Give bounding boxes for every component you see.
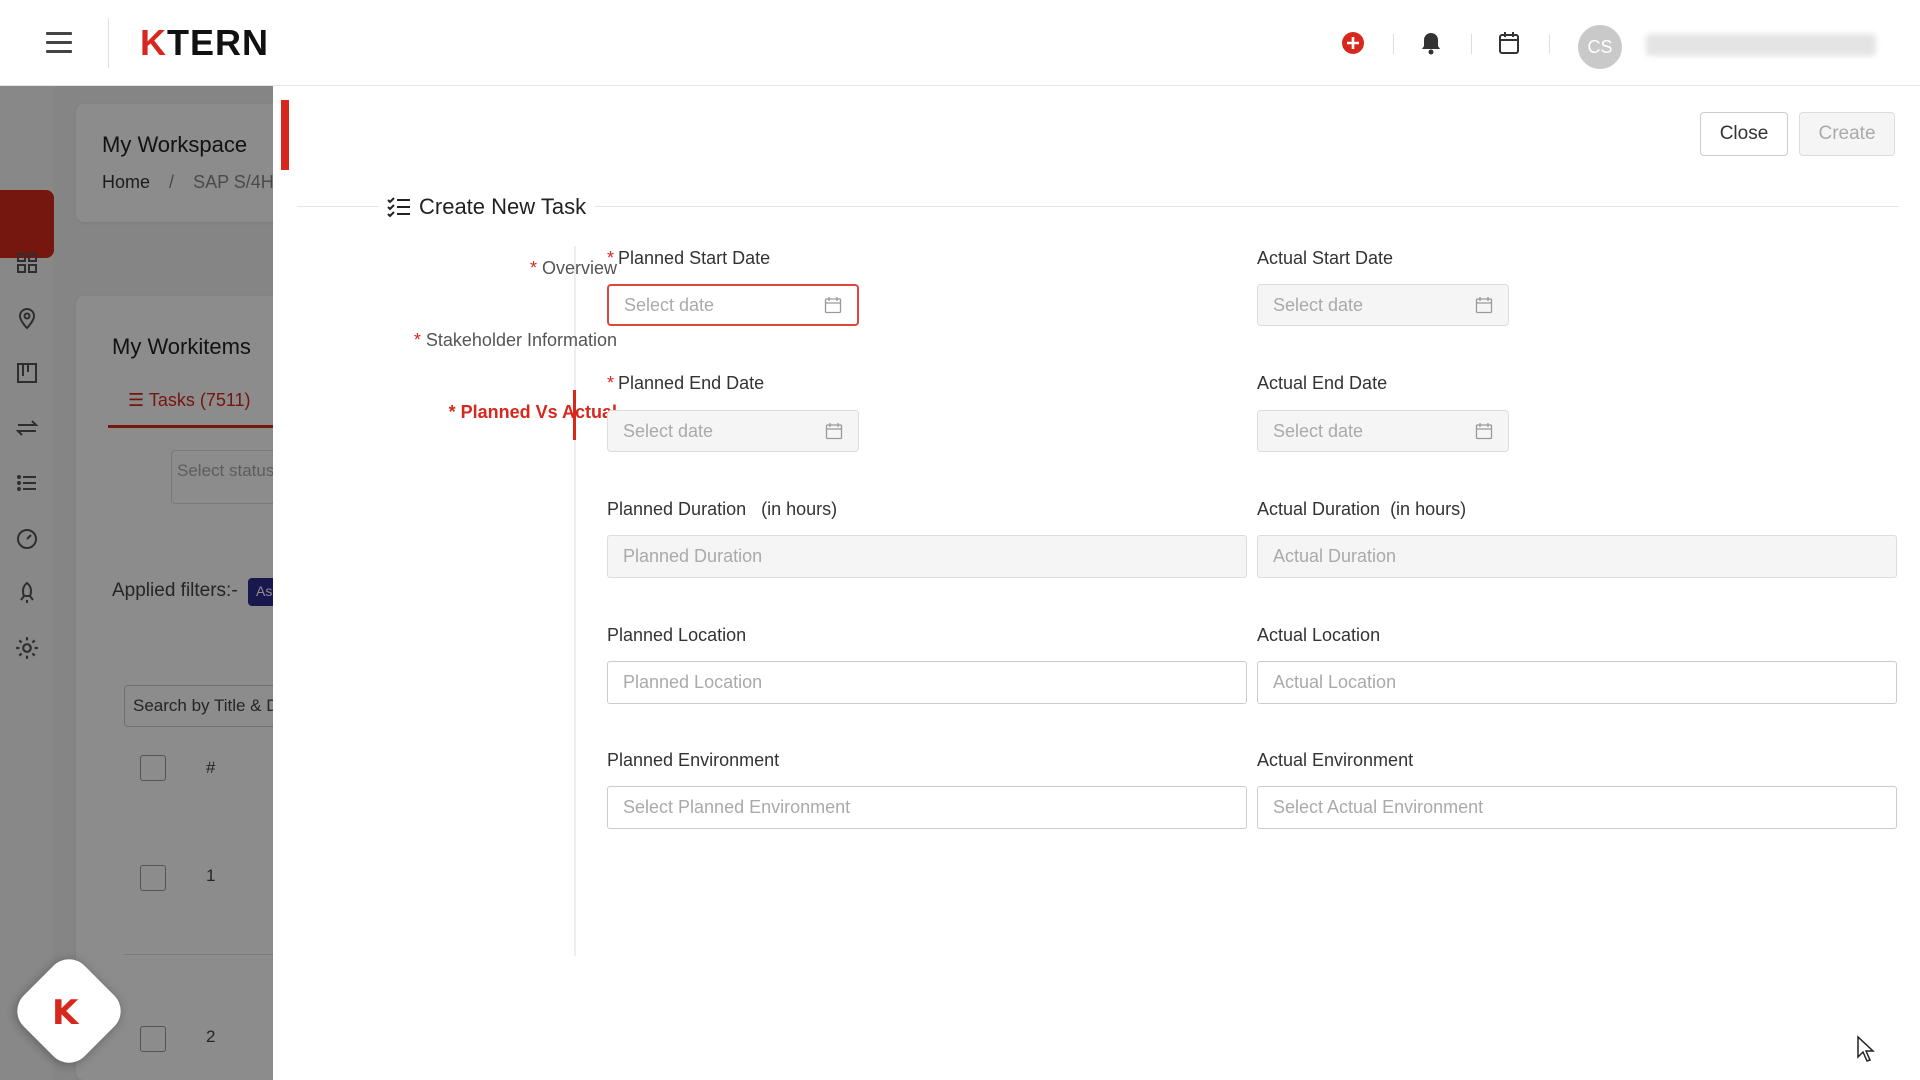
divider [1393,34,1394,54]
planned-location-label: Planned Location [607,625,747,645]
section-nav-overview[interactable]: * Overview [530,258,617,279]
required-mark: * [448,402,456,422]
bell-icon[interactable] [1416,28,1446,58]
add-circle-icon[interactable] [1338,28,1368,58]
calendar-icon [1475,423,1493,440]
required-mark: * [413,330,421,350]
planned-end-date-label: * Planned End Date [607,373,764,394]
planned-duration-label: Planned Duration (in hours) [607,499,838,519]
drawer-accent [281,100,289,170]
task-list-icon [387,197,410,218]
actual-location-label: Actual Location [1257,625,1381,645]
form-title: Create New Task [379,194,595,220]
actual-environment-label: Actual Environment [1257,750,1414,770]
date-placeholder: Select date [1273,294,1364,315]
logo-text: TERN [167,22,269,63]
required-mark: * [607,248,615,268]
hamburger-menu-icon[interactable] [46,32,72,54]
create-task-drawer: Close Create Create New Task * Overview … [273,86,1920,1080]
section-nav-label: Planned Vs Actual [460,402,617,422]
planned-start-date-picker[interactable]: Select date [607,284,859,326]
actual-duration-label: Actual Duration (in hours) [1257,499,1467,519]
date-placeholder: Select date [623,420,714,441]
user-name-blurred[interactable] [1646,34,1876,56]
section-nav-label: Overview [541,258,617,278]
actual-duration-input[interactable]: Actual Duration [1257,535,1897,578]
form-title-text: Create New Task [419,194,587,219]
calendar-icon [825,423,843,440]
planned-location-input[interactable]: Planned Location [607,661,1247,704]
top-bar: KTERN CS [0,0,1920,86]
calendar-icon[interactable] [1494,28,1524,58]
section-nav-line [574,246,576,956]
logo-k: K [140,22,167,63]
date-placeholder: Select date [624,294,715,315]
avatar[interactable]: CS [1578,25,1622,69]
section-nav-planned-vs-actual[interactable]: * Planned Vs Actual [449,402,617,423]
actual-end-date-label: Actual End Date [1257,373,1388,393]
mouse-cursor-icon [1857,1035,1875,1062]
planned-duration-input[interactable]: Planned Duration [607,535,1247,578]
actual-start-date-picker[interactable]: Select date [1257,284,1509,326]
label-text: Planned End Date [618,373,765,393]
divider [1549,34,1550,54]
planned-environment-label: Planned Environment [607,750,780,770]
create-button[interactable]: Create [1799,112,1895,156]
ktern-logo[interactable]: KTERN [140,22,269,64]
date-placeholder: Select date [1273,420,1364,441]
divider [108,18,109,68]
actual-start-date-label: Actual Start Date [1257,248,1394,268]
section-nav-stakeholder[interactable]: * Stakeholder Information [414,330,617,351]
actual-environment-select[interactable]: Select Actual Environment [1257,786,1897,829]
planned-environment-select[interactable]: Select Planned Environment [607,786,1247,829]
calendar-icon [1475,297,1493,314]
calendar-icon [824,297,842,314]
close-button[interactable]: Close [1700,112,1788,156]
ktern-k-icon: K [52,993,79,1033]
actual-location-input[interactable]: Actual Location [1257,661,1897,704]
planned-start-date-label: * Planned Start Date [607,248,770,269]
label-text: Planned Start Date [618,248,771,268]
required-mark: * [529,258,537,278]
divider [1471,34,1472,54]
section-nav-label: Stakeholder Information [425,330,617,350]
planned-end-date-picker[interactable]: Select date [607,410,859,452]
required-mark: * [607,373,615,393]
actual-end-date-picker[interactable]: Select date [1257,410,1509,452]
